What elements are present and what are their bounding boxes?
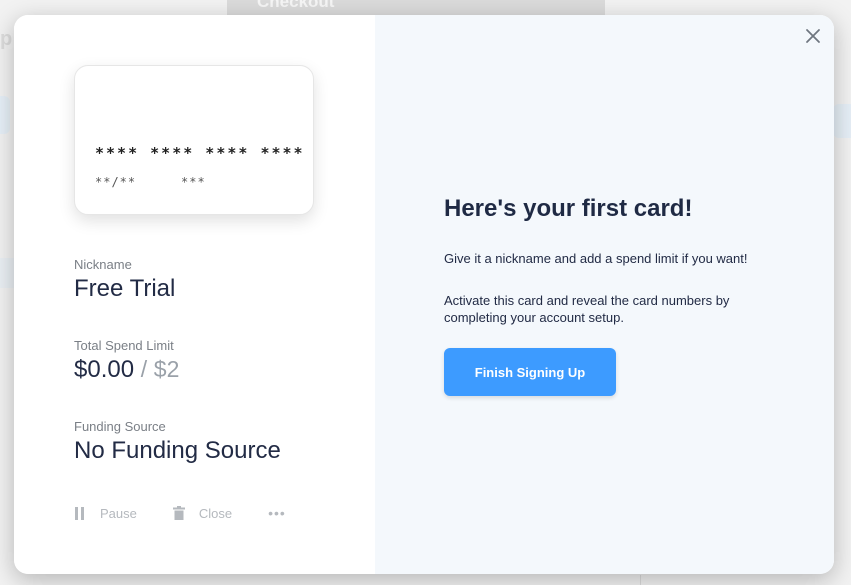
card-actions: Pause Close ••• xyxy=(74,502,286,524)
spend-limit-total: $2 xyxy=(153,356,180,382)
spend-limit-separator: / xyxy=(140,356,148,382)
card-cvv-masked: *** xyxy=(181,175,206,189)
nickname-label: Nickname xyxy=(74,257,132,272)
close-icon[interactable] xyxy=(802,25,824,47)
spend-limit-spent: $0.00 xyxy=(74,356,135,383)
card-number-masked: **** **** **** **** xyxy=(95,144,305,162)
spend-limit-label: Total Spend Limit xyxy=(74,338,174,353)
virtual-card: **** **** **** **** **/** *** xyxy=(74,65,314,215)
pause-icon xyxy=(74,506,86,520)
card-details-panel: **** **** **** **** **/** *** Nickname F… xyxy=(14,15,375,574)
more-options-button[interactable]: ••• xyxy=(268,505,286,521)
panel-description-2: Activate this card and reveal the card n… xyxy=(444,293,730,325)
close-card-label: Close xyxy=(198,505,233,521)
pause-label: Pause xyxy=(100,505,137,521)
intro-panel: Here's your first card! Give it a nickna… xyxy=(375,15,834,574)
pause-button[interactable]: Pause xyxy=(74,506,137,521)
funding-source-label: Funding Source xyxy=(74,419,166,434)
spend-limit-value[interactable]: $0.00 / $2 xyxy=(74,356,179,384)
panel-description-1: Give it a nickname and add a spend limit… xyxy=(444,251,748,266)
trash-icon xyxy=(172,506,185,520)
close-card-button[interactable]: Close xyxy=(172,505,233,521)
finish-signing-up-button[interactable]: Finish Signing Up xyxy=(444,348,616,396)
funding-source-value[interactable]: No Funding Source xyxy=(74,437,281,465)
nickname-value[interactable]: Free Trial xyxy=(74,275,175,303)
panel-heading: Here's your first card! xyxy=(444,195,693,222)
card-expiry-masked: **/** xyxy=(95,175,137,189)
first-card-modal: **** **** **** **** **/** *** Nickname F… xyxy=(14,15,834,574)
